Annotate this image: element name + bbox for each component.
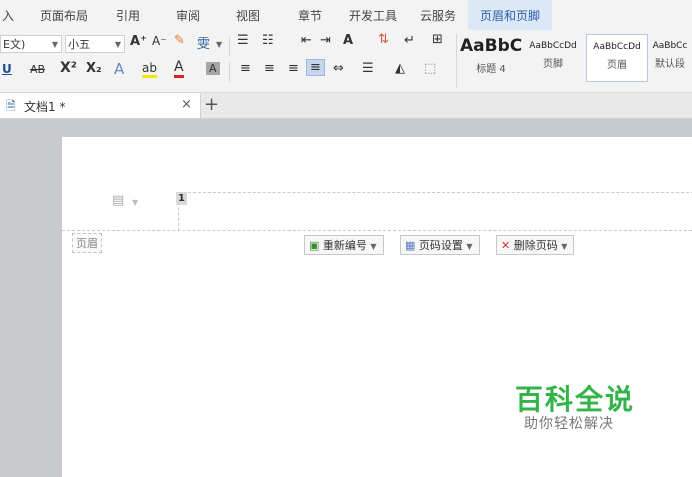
- renumber-button[interactable]: ▣ 重新编号 ▼: [304, 235, 384, 255]
- tab-document[interactable]: 🗎 文档1 * ×: [0, 93, 201, 118]
- header-label: 页眉: [72, 233, 102, 253]
- style-header[interactable]: AaBbCcDd 页眉: [586, 34, 648, 82]
- document-tab-bar: 🗎 文档1 * × +: [0, 93, 692, 119]
- font-size-select[interactable]: 小五 ▼: [65, 35, 125, 53]
- style-sample: AaBbCcDd: [593, 42, 641, 52]
- watermark-title: 百科全说: [515, 383, 636, 416]
- style-sample: AaBbC: [460, 36, 523, 56]
- divider: [229, 62, 230, 82]
- delete-page-number-label: 删除页码: [513, 239, 558, 252]
- highlight-button[interactable]: ab: [142, 61, 157, 78]
- paste-options-icon[interactable]: ▤: [112, 193, 124, 208]
- decrease-indent-icon[interactable]: ⇤: [301, 33, 312, 48]
- menu-review[interactable]: 审阅: [176, 0, 200, 30]
- justify-icon[interactable]: ≡: [306, 59, 325, 76]
- divider: [229, 36, 230, 56]
- subscript-button[interactable]: X₂: [86, 61, 102, 76]
- style-sample: AaBbCcDd: [529, 41, 577, 51]
- text-effect-button[interactable]: A: [114, 60, 124, 78]
- menu-page-layout[interactable]: 页面布局: [40, 0, 88, 30]
- menu-bar: 入 页面布局 引用 审阅 视图 章节 开发工具 云服务 页眉和页脚: [0, 0, 692, 30]
- char-shade-button[interactable]: A: [206, 62, 220, 75]
- chevron-down-icon: ▼: [466, 242, 473, 251]
- new-tab-button[interactable]: +: [204, 94, 219, 115]
- line-spacing-icon[interactable]: ☰: [362, 61, 374, 76]
- shading-icon[interactable]: ◭: [395, 61, 405, 76]
- grow-font-button[interactable]: A⁺: [130, 34, 147, 49]
- chevron-down-icon: ▼: [132, 198, 139, 207]
- menu-cloud[interactable]: 云服务: [420, 0, 456, 30]
- document-icon: 🗎: [6, 99, 16, 113]
- page-settings-icon: ▦: [405, 239, 416, 252]
- page-settings-label: 页码设置: [418, 239, 463, 252]
- numbered-list-icon[interactable]: ☷: [262, 33, 274, 48]
- close-icon[interactable]: ×: [181, 97, 192, 112]
- style-name: 标题 4: [476, 64, 506, 75]
- page-number-frame: [178, 192, 692, 231]
- ribbon: E文) ▼ 小五 ▼ A⁺ A⁻ ✎ 雯 ▼ ☰ ☷ ⇤ ⇥ A ⇅ ↵ ⊞ U…: [0, 30, 692, 93]
- style-name: 默认段: [655, 59, 685, 70]
- font-size-value: 小五: [68, 38, 90, 51]
- page-number[interactable]: 1: [176, 192, 187, 205]
- delete-page-number-button[interactable]: ✕ 删除页码 ▼: [496, 235, 575, 255]
- style-default-paragraph[interactable]: AaBbCc 默认段: [648, 34, 692, 82]
- chevron-down-icon: ▼: [561, 242, 568, 251]
- shrink-font-button[interactable]: A⁻: [152, 34, 167, 48]
- clear-format-icon[interactable]: ✎: [174, 33, 185, 48]
- style-sample: AaBbCc: [652, 41, 688, 51]
- watermark-subtitle: 助你轻松解决: [524, 416, 614, 432]
- sort-icon[interactable]: ⇅: [378, 32, 389, 47]
- chevron-down-icon: ▼: [370, 242, 377, 251]
- superscript-button[interactable]: X²: [60, 60, 77, 76]
- menu-references[interactable]: 引用: [116, 0, 140, 30]
- bullet-list-icon[interactable]: ☰: [237, 33, 249, 48]
- renumber-icon: ▣: [309, 239, 320, 252]
- distribute-icon[interactable]: ⇔: [333, 61, 344, 76]
- align-right-icon[interactable]: ≡: [288, 61, 299, 76]
- underline-button[interactable]: U: [2, 62, 12, 76]
- paragraph-mark-icon[interactable]: ↵: [404, 33, 415, 48]
- chevron-down-icon: ▼: [114, 40, 121, 49]
- tab-document-title: 文档1 *: [24, 100, 66, 114]
- header-boundary-line: [62, 230, 692, 231]
- increase-indent-icon[interactable]: ⇥: [320, 33, 331, 48]
- phonetic-guide-button[interactable]: 雯: [197, 33, 210, 52]
- border-icon[interactable]: ⬚: [424, 61, 436, 76]
- menu-header-footer[interactable]: 页眉和页脚: [468, 0, 553, 30]
- change-case-icon[interactable]: A: [343, 33, 353, 48]
- table-border-icon[interactable]: ⊞: [432, 32, 443, 47]
- menu-dev-tools[interactable]: 开发工具: [349, 0, 397, 30]
- font-color-button[interactable]: A: [174, 60, 184, 78]
- chevron-down-icon: ▼: [216, 40, 223, 49]
- page-number-settings-button[interactable]: ▦ 页码设置 ▼: [400, 235, 480, 255]
- align-center-icon[interactable]: ≡: [264, 61, 275, 76]
- strikethrough-button[interactable]: AB: [30, 63, 45, 76]
- font-name-value: E文): [3, 38, 26, 51]
- style-footer[interactable]: AaBbCcDd 页脚: [522, 34, 584, 82]
- chevron-down-icon: ▼: [51, 40, 58, 49]
- align-left-icon[interactable]: ≡: [240, 61, 251, 76]
- divider: [456, 34, 457, 88]
- menu-section[interactable]: 章节: [298, 0, 322, 30]
- style-name: 页眉: [607, 60, 627, 71]
- style-heading-4[interactable]: AaBbC 标题 4: [460, 34, 522, 82]
- renumber-label: 重新编号: [322, 239, 367, 252]
- menu-view[interactable]: 视图: [236, 0, 260, 30]
- font-name-select[interactable]: E文) ▼: [0, 35, 62, 53]
- menu-insert[interactable]: 入: [2, 0, 14, 30]
- delete-icon: ✕: [501, 239, 511, 252]
- style-name: 页脚: [543, 59, 563, 70]
